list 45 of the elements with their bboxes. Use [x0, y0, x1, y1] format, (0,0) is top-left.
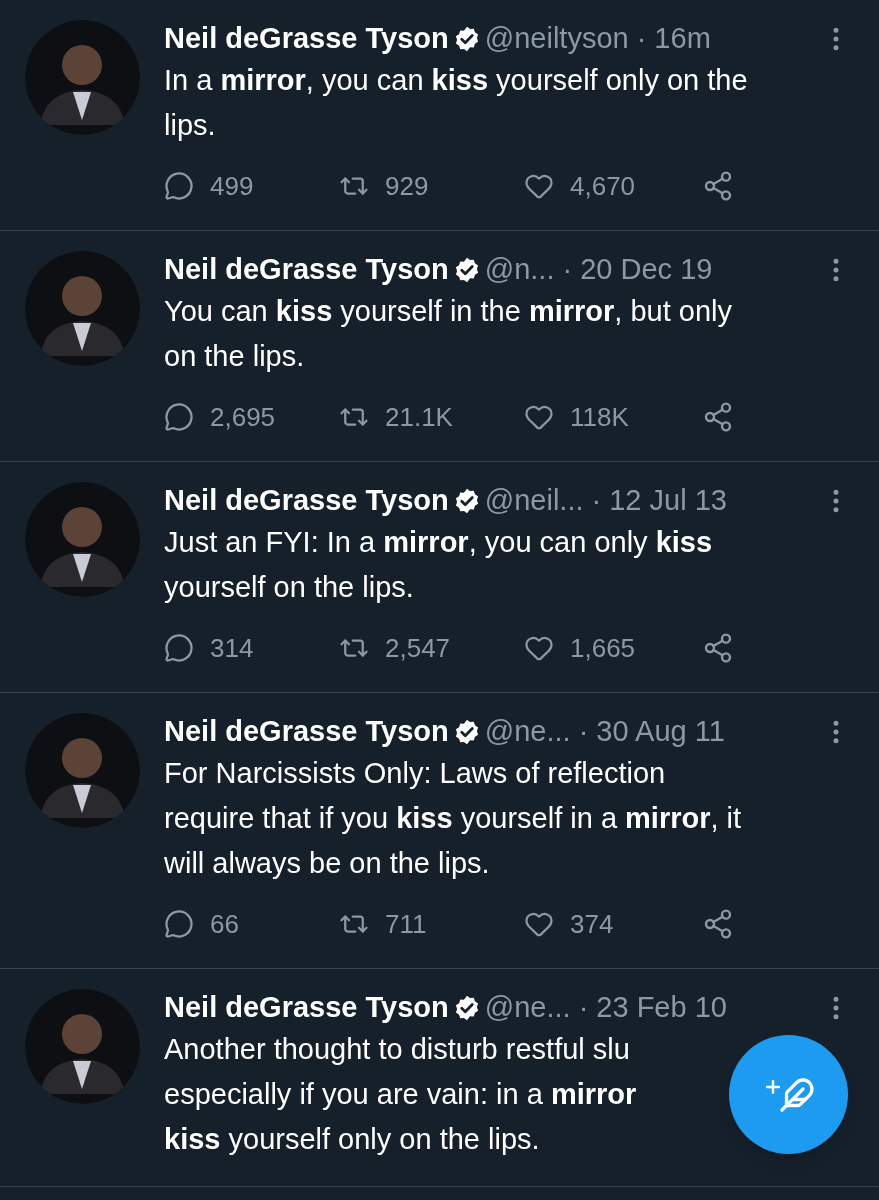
author-handle[interactable]: @neiltyson [484, 17, 629, 61]
reply-button[interactable]: 66 [164, 904, 239, 944]
reply-icon [164, 633, 194, 663]
reply-icon [164, 402, 194, 432]
author-name[interactable]: Neil deGrasse Tyson [164, 479, 449, 523]
retweet-button[interactable]: 929 [339, 166, 429, 206]
retweet-button[interactable]: 2,547 [339, 628, 451, 668]
tweet-text: You can kiss yourself in the mirror, but only on the lips. [164, 294, 733, 374]
tweet-time: · 16m [636, 21, 711, 57]
author-name[interactable]: Neil deGrasse Tyson [164, 710, 449, 754]
reply-button[interactable]: 314 [164, 628, 254, 668]
tweet-text: For Narcissists Only: Laws of reflection require that if you kiss yourself in a mirror, it will always be on the lips. [164, 756, 742, 881]
author-handle[interactable]: @ne... [484, 986, 571, 1030]
tweet-text: In a mirror, you can kiss yourself only on the lips. [164, 63, 748, 143]
retweet-button[interactable]: 21.1K [339, 397, 453, 437]
avatar[interactable] [25, 20, 140, 135]
author-name[interactable]: Neil deGrasse Tyson [164, 17, 449, 61]
avatar[interactable] [25, 713, 140, 828]
share-icon[interactable] [702, 908, 734, 940]
share-icon[interactable] [702, 632, 734, 664]
reply-icon [164, 171, 194, 201]
like-button[interactable]: 4,670 [524, 166, 636, 206]
author-handle[interactable]: @ne... [484, 710, 571, 754]
author-handle[interactable]: @n... [484, 248, 555, 292]
author-handle[interactable]: @neil... [484, 479, 584, 523]
retweet-button[interactable]: 711 [339, 904, 427, 944]
avatar[interactable] [25, 989, 140, 1104]
reply-button[interactable]: 2,695 [164, 397, 276, 437]
tweet-text: Just an FYI: In a mirror, you can only kiss yourself on the lips. [164, 525, 713, 605]
tweet-text: Another thought to disturb restful slu especially if you are vain: in a mirror kiss yourself only on the lips. [164, 1032, 637, 1157]
avatar[interactable] [25, 251, 140, 366]
tweet-time: · 20 Dec 19 [562, 252, 713, 288]
tweet-time: · 30 Aug 11 [578, 714, 725, 750]
tweet-time: · 23 Feb 10 [578, 990, 727, 1026]
reply-icon [164, 909, 194, 939]
reply-button[interactable]: 499 [164, 166, 254, 206]
author-name[interactable]: Neil deGrasse Tyson [164, 248, 449, 292]
like-button[interactable]: 374 [524, 904, 614, 944]
like-button[interactable]: 118K [524, 397, 629, 437]
share-icon[interactable] [702, 401, 734, 433]
author-name[interactable]: Neil deGrasse Tyson [164, 986, 449, 1030]
tweet-time: · 12 Jul 13 [591, 483, 727, 519]
like-button[interactable]: 1,665 [524, 628, 636, 668]
share-icon[interactable] [702, 170, 734, 202]
avatar[interactable] [25, 482, 140, 597]
